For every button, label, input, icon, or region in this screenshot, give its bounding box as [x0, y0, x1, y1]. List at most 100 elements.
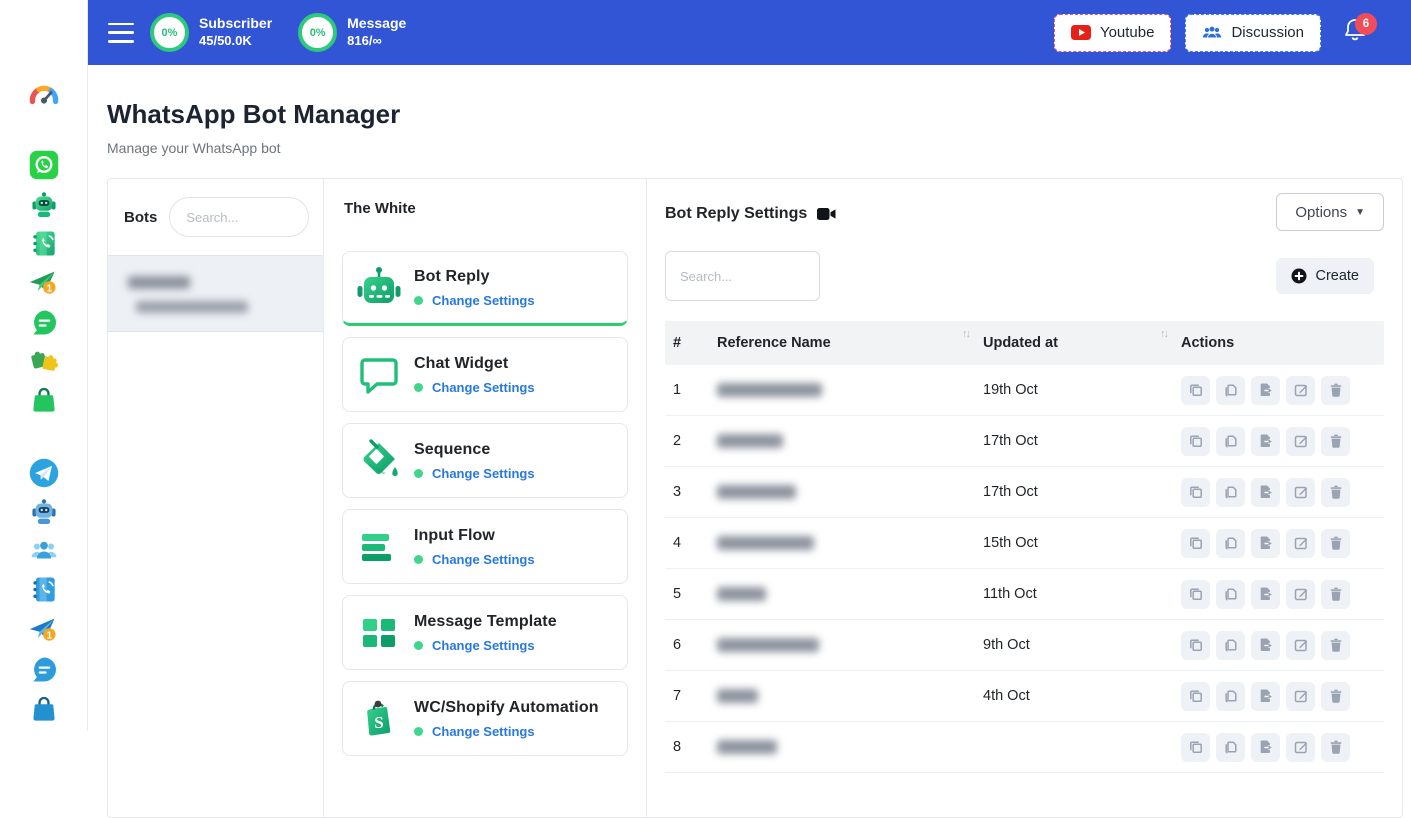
input-flow-icon: [355, 523, 403, 571]
setting-card-input-flow[interactable]: Input Flow Change Settings: [342, 509, 628, 584]
duplicate-button[interactable]: [1216, 478, 1245, 507]
delete-button[interactable]: [1321, 478, 1350, 507]
bot-list-item-selected[interactable]: [108, 255, 323, 332]
whatsapp-contacts-icon[interactable]: [27, 227, 61, 261]
change-settings-link[interactable]: Change Settings: [432, 638, 535, 653]
telegram-chat-icon[interactable]: [27, 653, 61, 687]
bot-reply-icon: [355, 264, 403, 312]
export-button[interactable]: [1251, 580, 1280, 609]
delete-button[interactable]: [1321, 427, 1350, 456]
integrations-puzzle-icon[interactable]: [27, 345, 61, 379]
setting-card-sequence[interactable]: Sequence Change Settings: [342, 423, 628, 498]
export-button[interactable]: [1251, 682, 1280, 711]
change-settings-link[interactable]: Change Settings: [432, 293, 535, 308]
row-num: 1: [667, 382, 713, 398]
setting-card-message-template[interactable]: Message Template Change Settings: [342, 595, 628, 670]
copy-button[interactable]: [1181, 478, 1210, 507]
delete-button[interactable]: [1321, 733, 1350, 762]
edit-button[interactable]: [1286, 427, 1315, 456]
edit-button[interactable]: [1286, 478, 1315, 507]
change-settings-link[interactable]: Change Settings: [432, 466, 535, 481]
edit-button[interactable]: [1286, 376, 1315, 405]
copy-button[interactable]: [1181, 376, 1210, 405]
delete-button[interactable]: [1321, 529, 1350, 558]
copy-button[interactable]: [1181, 682, 1210, 711]
message-template-icon: [355, 609, 403, 657]
whatsapp-bot-icon[interactable]: [27, 188, 61, 222]
message-value: 816/∞: [347, 33, 406, 50]
setting-name: Bot Reply: [414, 268, 535, 286]
edit-button[interactable]: [1286, 733, 1315, 762]
table-header-row: # Reference Name ↑↓ Updated at ↑↓ Action…: [665, 321, 1384, 365]
delete-button[interactable]: [1321, 580, 1350, 609]
create-button[interactable]: Create: [1276, 258, 1374, 294]
plus-circle-icon: [1291, 268, 1307, 284]
export-button[interactable]: [1251, 529, 1280, 558]
sort-icon[interactable]: ↑↓: [962, 328, 969, 340]
discussion-button[interactable]: Discussion: [1185, 14, 1321, 52]
telegram-store-icon[interactable]: [27, 693, 61, 727]
delete-button[interactable]: [1321, 631, 1350, 660]
status-dot: [414, 727, 423, 736]
message-label: Message: [347, 15, 406, 33]
sort-icon[interactable]: ↑↓: [1160, 328, 1167, 340]
setting-name: Sequence: [414, 441, 535, 459]
whatsapp-icon[interactable]: [27, 148, 61, 182]
edit-button[interactable]: [1286, 580, 1315, 609]
notifications-bell[interactable]: 6: [1343, 17, 1367, 48]
subscriber-progress-ring: 0%: [150, 13, 189, 52]
chat-widget-icon: [355, 351, 403, 399]
col-header-actions: Actions: [1177, 335, 1382, 351]
telegram-broadcast-icon[interactable]: 1: [27, 613, 61, 647]
whatsapp-broadcast-icon[interactable]: 1: [27, 266, 61, 300]
status-dot: [414, 641, 423, 650]
telegram-icon[interactable]: [27, 456, 61, 490]
edit-button[interactable]: [1286, 682, 1315, 711]
bot-manager-card: Bots The White: [107, 178, 1403, 818]
edit-button[interactable]: [1286, 631, 1315, 660]
copy-button[interactable]: [1181, 580, 1210, 609]
change-settings-link[interactable]: Change Settings: [432, 380, 535, 395]
duplicate-button[interactable]: [1216, 529, 1245, 558]
duplicate-button[interactable]: [1216, 427, 1245, 456]
duplicate-button[interactable]: [1216, 376, 1245, 405]
edit-button[interactable]: [1286, 529, 1315, 558]
duplicate-button[interactable]: [1216, 580, 1245, 609]
duplicate-button[interactable]: [1216, 733, 1245, 762]
copy-button[interactable]: [1181, 631, 1210, 660]
telegram-bot-icon[interactable]: [27, 495, 61, 529]
change-settings-link[interactable]: Change Settings: [432, 552, 535, 567]
telegram-groups-icon[interactable]: [27, 534, 61, 568]
setting-card-shopify-automation[interactable]: S WC/Shopify Automation Change Settings: [342, 681, 628, 756]
bot-reply-settings-panel: Bot Reply Settings Options ▼: [646, 179, 1402, 817]
telegram-contacts-icon[interactable]: [27, 573, 61, 607]
video-camera-icon[interactable]: [817, 207, 836, 221]
export-button[interactable]: [1251, 427, 1280, 456]
duplicate-button[interactable]: [1216, 631, 1245, 660]
export-button[interactable]: [1251, 376, 1280, 405]
duplicate-button[interactable]: [1216, 682, 1245, 711]
dashboard-gauge-icon[interactable]: [27, 80, 61, 114]
delete-button[interactable]: [1321, 376, 1350, 405]
bots-search-input[interactable]: [169, 197, 309, 237]
export-button[interactable]: [1251, 733, 1280, 762]
setting-card-bot-reply[interactable]: Bot Reply Change Settings: [342, 251, 628, 326]
copy-button[interactable]: [1181, 733, 1210, 762]
reference-name-redacted: [717, 740, 777, 754]
whatsapp-chat-icon[interactable]: [27, 306, 61, 340]
youtube-button[interactable]: Youtube: [1054, 14, 1172, 52]
export-button[interactable]: [1251, 631, 1280, 660]
menu-toggle-icon[interactable]: [108, 23, 134, 43]
col-header-reference[interactable]: Reference Name ↑↓: [713, 335, 979, 351]
copy-button[interactable]: [1181, 529, 1210, 558]
export-button[interactable]: [1251, 478, 1280, 507]
col-header-updated[interactable]: Updated at ↑↓: [979, 335, 1177, 351]
status-dot: [414, 383, 423, 392]
delete-button[interactable]: [1321, 682, 1350, 711]
reply-search-input[interactable]: [665, 251, 820, 301]
copy-button[interactable]: [1181, 427, 1210, 456]
whatsapp-store-icon[interactable]: [27, 384, 61, 418]
options-dropdown-button[interactable]: Options ▼: [1276, 193, 1384, 231]
setting-card-chat-widget[interactable]: Chat Widget Change Settings: [342, 337, 628, 412]
change-settings-link[interactable]: Change Settings: [432, 724, 535, 739]
